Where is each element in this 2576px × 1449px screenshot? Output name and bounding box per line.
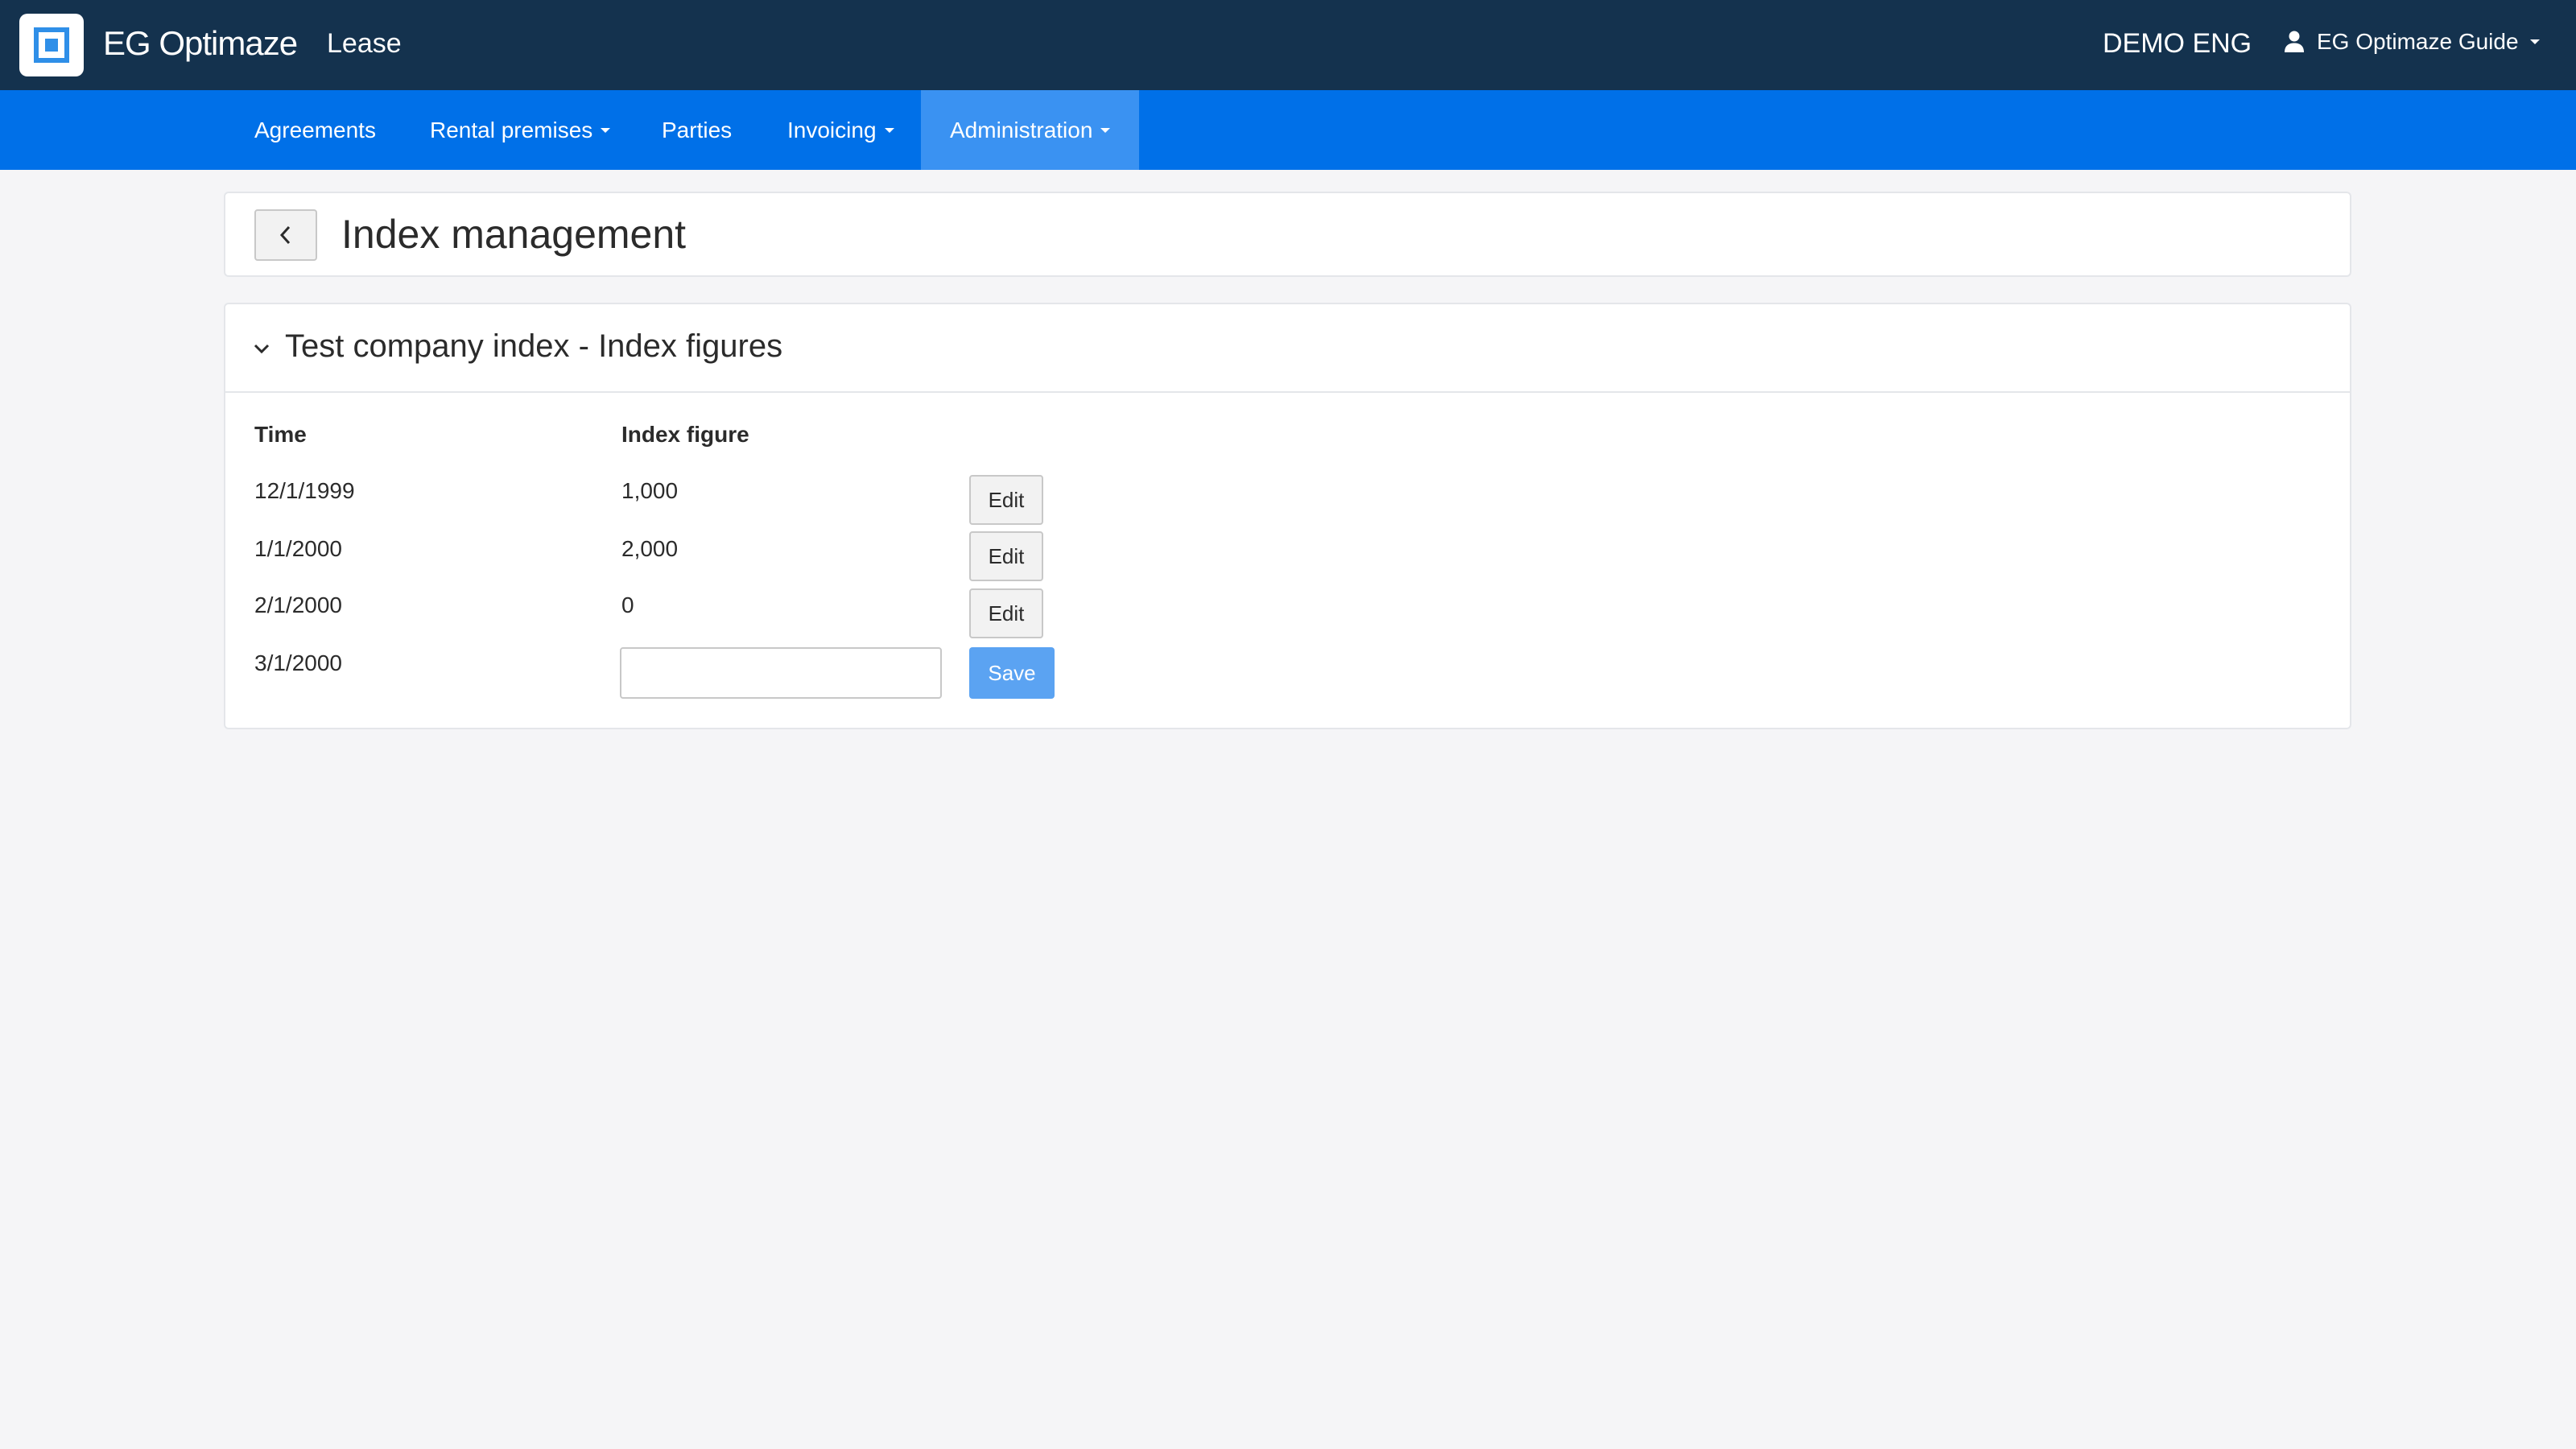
chevron-down-icon [884, 127, 894, 133]
nav-item-label: Parties [662, 117, 733, 142]
user-name: EG Optimaze Guide [2317, 29, 2519, 54]
row-index-figure: 2,000 [621, 536, 679, 561]
column-header-index-figure: Index figure [621, 422, 749, 447]
edit-button[interactable]: Edit [969, 475, 1043, 525]
index-figure-input[interactable] [620, 647, 942, 699]
section-title: Test company index - Index figures [285, 328, 783, 364]
user-icon [2285, 31, 2304, 52]
chevron-down-icon[interactable] [250, 336, 274, 361]
brand-name: EG Optimaze [103, 24, 298, 62]
page-title: Index management [341, 212, 687, 257]
section-header[interactable]: Test company index - Index figures [225, 304, 2350, 393]
chevron-down-icon [601, 127, 611, 133]
back-button[interactable] [254, 209, 317, 261]
nav-item-label: Invoicing [787, 117, 877, 142]
row-time: 1/1/2000 [254, 536, 342, 561]
nav-item-parties[interactable]: Parties [662, 90, 732, 170]
row-index-figure: 1,000 [621, 478, 679, 503]
nav-item-agreements[interactable]: Agreements [254, 90, 376, 170]
column-header-time: Time [254, 422, 307, 447]
save-button[interactable]: Save [969, 647, 1055, 699]
main-nav: Agreements Rental premises Parties Invoi… [0, 90, 2576, 170]
edit-button[interactable]: Edit [969, 531, 1043, 581]
nav-item-label: Administration [950, 117, 1093, 142]
index-figures-panel: Test company index - Index figures Time … [224, 303, 2351, 729]
user-menu[interactable]: EG Optimaze Guide [2283, 29, 2540, 55]
edit-button[interactable]: Edit [969, 588, 1043, 638]
row-time: 2/1/2000 [254, 592, 342, 617]
nav-item-label: Agreements [254, 117, 376, 142]
nav-item-label: Rental premises [430, 117, 593, 142]
nav-item-administration[interactable]: Administration [921, 90, 1140, 170]
tenant-name: DEMO ENG [2103, 28, 2252, 59]
chevron-left-icon [279, 225, 291, 245]
chevron-down-icon [1100, 127, 1111, 133]
row-index-figure: 0 [621, 592, 634, 617]
title-panel: Index management [224, 192, 2351, 277]
app-logo[interactable] [19, 14, 84, 76]
chevron-down-icon [2529, 39, 2540, 44]
top-header: EG Optimaze Lease DEMO ENG EG Optimaze G… [0, 0, 2576, 90]
nav-item-rental-premises[interactable]: Rental premises [430, 90, 611, 170]
module-name[interactable]: Lease [327, 28, 402, 60]
new-row-time: 3/1/2000 [254, 650, 342, 675]
row-time: 12/1/1999 [254, 478, 355, 503]
nav-item-invoicing[interactable]: Invoicing [787, 90, 894, 170]
